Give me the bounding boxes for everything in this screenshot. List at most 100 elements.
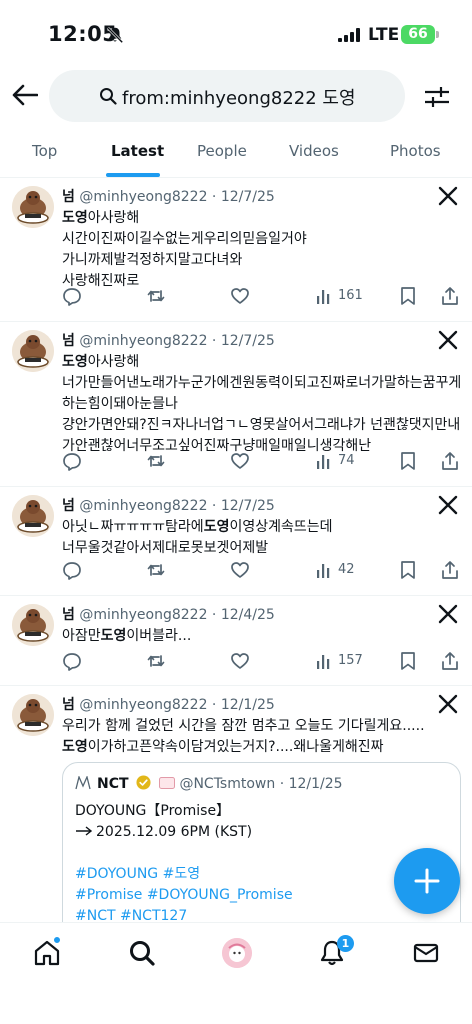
affiliate-badge-icon [159,777,176,789]
retweet-icon [147,455,165,467]
tab-top[interactable]: Top [32,142,57,160]
views-count: 161 [338,288,363,303]
verified-badge-icon [136,775,151,790]
retweet-icon [147,290,165,302]
search-input[interactable]: from:minhyeong8222 도영 [49,70,405,122]
bookmark-button[interactable] [398,451,418,473]
tab-people[interactable]: People [197,142,247,160]
reply-button[interactable] [62,286,82,308]
share-button[interactable] [440,651,460,673]
bookmark-button[interactable] [398,286,418,308]
search-tabs: Top Latest People Videos Photos [0,130,472,178]
highlight-term: 도영 [62,354,88,370]
tweet[interactable]: 넘 @minhyeong8222 · 12/7/25 도영아사랑해 시간이진짜이… [0,178,472,322]
share-button[interactable] [440,451,460,473]
quote-date-line: 2025.12.09 6PM (KST) [96,824,253,840]
views-button[interactable]: 74 [314,451,355,473]
bookmark-icon [401,287,415,305]
author-meta: @minhyeong8222 · 12/4/25 [79,607,275,623]
hashtag-line[interactable]: #NCT #NCT127 [75,906,293,922]
reply-button[interactable] [62,651,82,673]
highlight-term: 도영 [100,628,127,644]
heart-icon [231,653,249,669]
x-logo-icon [438,495,458,515]
share-icon [442,287,458,305]
tweet-text-line: 너가만들어낸노래가누군가에겐원동력이되고진짜로너가말하는꿈꾸게하는힘이돼아눈믈나 [62,375,462,412]
retweet-button[interactable] [146,560,166,582]
author-meta: @minhyeong8222 · 12/7/25 [79,189,275,205]
tweet[interactable]: 넘 @minhyeong8222 · 12/7/25 도영아사랑해 너가만들어낸… [0,322,472,487]
retweet-button[interactable] [146,651,166,673]
tweet-header: 넘 @minhyeong8222 · 12/7/25 [62,330,275,350]
share-button[interactable] [440,560,460,582]
tweet-text-line: 시간이진짜이길수없는게우리의믿음일거야 [62,231,307,247]
avatar[interactable] [12,694,54,736]
avatar[interactable] [12,330,54,372]
like-button[interactable] [230,651,250,673]
like-button[interactable] [230,560,250,582]
tweet-header: 넘 @minhyeong8222 · 12/7/25 [62,186,275,206]
tab-videos[interactable]: Videos [289,142,339,160]
hashtag-line[interactable]: #DOYOUNG #도영 [75,864,293,885]
quote-header: NCT @NCTsmtown · 12/1/25 [75,775,343,792]
highlight-term: 도영 [203,519,230,535]
bookmark-icon [401,561,415,579]
author-name[interactable]: 넘 [62,498,75,514]
views-count: 42 [338,562,355,577]
avatar[interactable] [12,495,54,537]
author-name[interactable]: 넘 [62,333,75,349]
highlight-term: 도영 [62,739,88,755]
tweet-text: 우리가 함께 걸었던 시간을 잠깐 멈추고 오늘도 기다릴게요..... 도영이… [62,716,462,758]
spaces-avatar[interactable] [222,938,252,968]
signal-icon [338,28,360,42]
tweet[interactable]: 넘 @minhyeong8222 · 12/7/25 아닛ㄴ짜ㅠㅠㅠㅠ탐라에도영… [0,487,472,596]
avatar[interactable] [12,186,54,228]
filter-sliders-icon[interactable] [424,86,450,108]
tweet-actions: 157 [62,651,462,673]
like-button[interactable] [230,451,250,473]
views-chart-icon [317,290,330,304]
retweet-button[interactable] [146,286,166,308]
author-name[interactable]: 넘 [62,697,75,713]
reply-button[interactable] [62,451,82,473]
tweet-text-line: 너무울것같아서제대로못보겟어제발 [62,540,269,556]
reply-button[interactable] [62,560,82,582]
plus-icon [414,868,440,894]
views-button[interactable]: 42 [314,560,355,582]
bookmark-button[interactable] [398,560,418,582]
share-icon [442,652,458,670]
compose-button[interactable] [394,848,460,914]
home-unread-dot [53,936,61,944]
battery-icon: 66 [401,25,435,44]
author-meta: @minhyeong8222 · 12/7/25 [79,498,275,514]
author-name[interactable]: 넘 [62,189,75,205]
tweet-text: 아잠만도영이버블라... [62,626,462,647]
status-bar: 12:05 LTE 66 [0,0,472,62]
reply-icon [63,288,81,306]
views-count: 74 [338,453,355,468]
quote-text: DOYOUNG【Promise】 2025.12.09 6PM (KST) #D… [75,801,293,922]
author-meta: @minhyeong8222 · 12/1/25 [79,697,275,713]
nct-logo-icon [75,775,91,790]
author-name[interactable]: 넘 [62,607,75,623]
bookmark-button[interactable] [398,651,418,673]
share-button[interactable] [440,286,460,308]
tab-latest[interactable]: Latest [111,142,164,160]
battery-tip [436,31,439,38]
network-label: LTE [368,25,400,45]
back-arrow-icon[interactable] [12,84,38,106]
retweet-button[interactable] [146,451,166,473]
tab-photos[interactable]: Photos [390,142,441,160]
quote-text-line: DOYOUNG【Promise】 [75,803,231,819]
tweet-actions: 161 [62,286,462,308]
like-button[interactable] [230,286,250,308]
avatar[interactable] [12,604,54,646]
views-button[interactable]: 161 [314,286,363,308]
tweet[interactable]: 넘 @minhyeong8222 · 12/4/25 아잠만도영이버블라... … [0,596,472,686]
tweet-text: 도영아사랑해 너가만들어낸노래가누군가에겐원동력이되고진짜로너가말하는꿈꾸게하는… [62,352,462,457]
hashtag-line[interactable]: #Promise #DOYOUNG_Promise [75,885,293,906]
messages-envelope-icon[interactable] [412,939,440,967]
views-chart-icon [317,455,330,469]
search-icon[interactable] [128,939,156,967]
views-button[interactable]: 157 [314,651,363,673]
